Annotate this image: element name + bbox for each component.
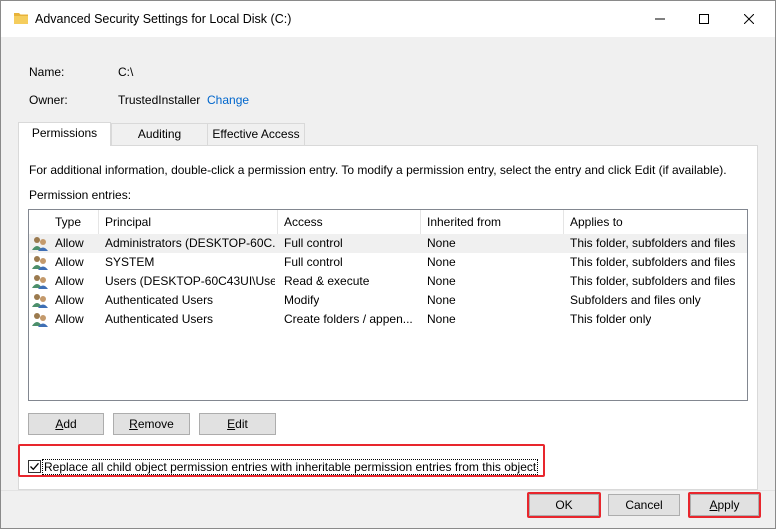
change-owner-link[interactable]: Change bbox=[207, 93, 249, 107]
users-icon bbox=[32, 313, 48, 327]
cell-applies: Subfolders and files only bbox=[570, 293, 701, 307]
maximize-button[interactable] bbox=[681, 1, 727, 37]
users-icon bbox=[32, 237, 48, 251]
name-value: C:\ bbox=[118, 65, 134, 79]
cell-principal: Administrators (DESKTOP-60C... bbox=[105, 236, 275, 250]
cell-principal: Authenticated Users bbox=[105, 293, 214, 307]
cell-type: Allow bbox=[55, 293, 84, 307]
cancel-button[interactable]: Cancel bbox=[608, 494, 680, 516]
owner-value: TrustedInstaller bbox=[118, 93, 201, 107]
table-row[interactable]: Allow Authenticated Users Create folders… bbox=[29, 310, 747, 329]
name-label: Name: bbox=[29, 65, 65, 79]
table-row[interactable]: Allow Administrators (DESKTOP-60C... Ful… bbox=[29, 234, 747, 253]
instructions-text: For additional information, double-click… bbox=[29, 163, 727, 177]
cell-inherited: None bbox=[427, 312, 456, 326]
cell-access: Read & execute bbox=[284, 274, 370, 288]
owner-label: Owner: bbox=[29, 93, 68, 107]
cell-principal: Users (DESKTOP-60C43UI\Use... bbox=[105, 274, 275, 288]
remove-button[interactable]: Remove bbox=[113, 413, 190, 435]
title-bar[interactable]: Advanced Security Settings for Local Dis… bbox=[1, 1, 775, 37]
checkmark-icon bbox=[30, 462, 39, 471]
column-inherited-from[interactable]: Inherited from bbox=[421, 210, 564, 234]
cell-type: Allow bbox=[55, 312, 84, 326]
window-title: Advanced Security Settings for Local Dis… bbox=[35, 12, 292, 26]
table-row[interactable]: Allow Authenticated Users Modify None Su… bbox=[29, 291, 747, 310]
cell-access: Create folders / appen... bbox=[284, 312, 413, 326]
add-button-label: Add bbox=[55, 417, 76, 431]
close-icon bbox=[744, 14, 754, 24]
remove-button-label: Remove bbox=[129, 417, 174, 431]
minimize-icon bbox=[655, 18, 665, 20]
apply-highlight-box bbox=[688, 492, 761, 518]
tab-effective-access[interactable]: Effective Access bbox=[207, 123, 305, 145]
column-type[interactable]: Type bbox=[49, 210, 99, 234]
column-access[interactable]: Access bbox=[278, 210, 421, 234]
edit-label-key: E bbox=[227, 417, 236, 431]
cell-inherited: None bbox=[427, 236, 456, 250]
table-row[interactable]: Allow SYSTEM Full control None This fold… bbox=[29, 253, 747, 272]
list-header: Type Principal Access Inherited from App… bbox=[29, 210, 747, 234]
cell-access: Full control bbox=[284, 236, 343, 250]
tab-auditing[interactable]: Auditing bbox=[111, 123, 208, 145]
users-icon bbox=[32, 294, 48, 308]
cell-type: Allow bbox=[55, 236, 84, 250]
table-row[interactable]: Allow Users (DESKTOP-60C43UI\Use... Read… bbox=[29, 272, 747, 291]
users-icon bbox=[32, 275, 48, 289]
remove-label-post: emove bbox=[137, 417, 174, 431]
replace-child-permissions-checkbox[interactable] bbox=[28, 460, 41, 473]
tab-permissions[interactable]: Permissions bbox=[18, 122, 111, 146]
edit-label-post: dit bbox=[235, 417, 248, 431]
cell-principal: Authenticated Users bbox=[105, 312, 214, 326]
column-applies-to[interactable]: Applies to bbox=[564, 210, 747, 234]
replace-child-permissions-label[interactable]: Replace all child object permission entr… bbox=[42, 459, 539, 475]
permission-entries-label: Permission entries: bbox=[29, 188, 132, 202]
cell-inherited: None bbox=[427, 255, 456, 269]
cell-applies: This folder only bbox=[570, 312, 652, 326]
cell-access: Full control bbox=[284, 255, 343, 269]
cell-type: Allow bbox=[55, 255, 84, 269]
permission-entries-list[interactable]: Type Principal Access Inherited from App… bbox=[28, 209, 748, 401]
maximize-icon bbox=[699, 14, 709, 24]
ok-highlight-box bbox=[527, 492, 601, 518]
cell-applies: This folder, subfolders and files bbox=[570, 274, 736, 288]
cell-access: Modify bbox=[284, 293, 320, 307]
minimize-button[interactable] bbox=[637, 1, 683, 37]
cell-inherited: None bbox=[427, 293, 456, 307]
advanced-security-settings-window: Advanced Security Settings for Local Dis… bbox=[0, 0, 776, 529]
cell-applies: This folder, subfolders and files bbox=[570, 236, 736, 250]
cell-inherited: None bbox=[427, 274, 456, 288]
users-icon bbox=[32, 256, 48, 270]
edit-button-label: Edit bbox=[227, 417, 248, 431]
footer-separator bbox=[1, 490, 775, 491]
column-principal[interactable]: Principal bbox=[99, 210, 278, 234]
cell-principal: SYSTEM bbox=[105, 255, 155, 269]
edit-button[interactable]: Edit bbox=[199, 413, 276, 435]
remove-label-key: R bbox=[129, 417, 138, 431]
folder-icon bbox=[14, 13, 28, 24]
close-button[interactable] bbox=[726, 1, 772, 37]
add-button[interactable]: Add bbox=[28, 413, 104, 435]
cell-type: Allow bbox=[55, 274, 84, 288]
add-label-post: dd bbox=[63, 417, 77, 431]
cell-applies: This folder, subfolders and files bbox=[570, 255, 736, 269]
